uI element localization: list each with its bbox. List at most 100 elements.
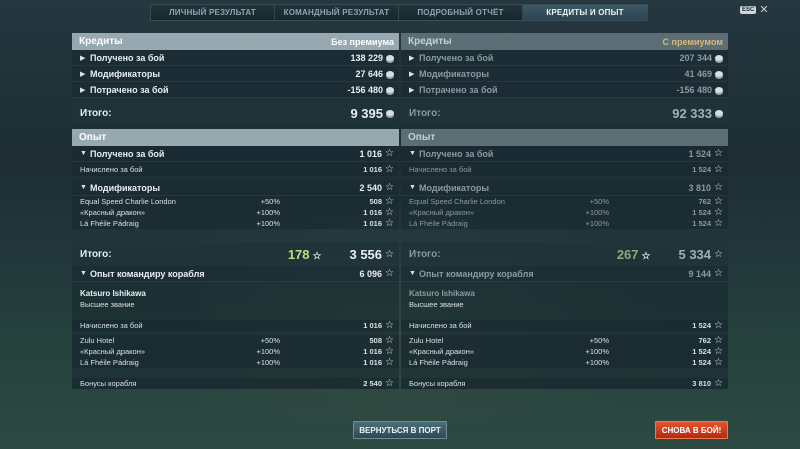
sub-label: Начислено за бой [80, 164, 143, 174]
sub-value: 1 524 [692, 321, 712, 330]
sub-label: Бонусы корабля [80, 379, 137, 388]
total-value: 92 333 [672, 105, 712, 121]
star-icon: ☆ [714, 346, 723, 357]
credits-row-spent[interactable]: ▶ Потрачено за бой -156 480 [72, 82, 399, 98]
row-label: Получено за бой [90, 148, 165, 159]
xp-mod-item: Equal Speed Charlie London +50% 508 ☆ [72, 196, 399, 207]
row-value: 1 016 [359, 148, 383, 159]
sub-value: 3 810 [692, 379, 712, 388]
premium-status: Без премиума [331, 36, 394, 47]
commander-xp-row[interactable]: ▼ Опыт командиру корабля 6 096 ☆ [72, 266, 399, 282]
star-icon: ☆ [385, 163, 394, 175]
total-value: 5 334 [678, 246, 712, 262]
mod-value: 762 [698, 336, 712, 345]
expand-icon: ▶ [409, 54, 415, 62]
sub-value: 1 016 [363, 321, 383, 330]
row-value: 1 524 [688, 148, 712, 159]
row-label: Получено за бой [419, 148, 494, 159]
xp-accrued: Начислено за бой 1 524 ☆ [401, 162, 728, 176]
credits-row-spent[interactable]: ▶ Потрачено за бой -156 480 [401, 82, 728, 98]
commander-rank: Высшее звание [409, 300, 464, 309]
star-icon: ☆ [385, 378, 394, 389]
coin-icon [715, 110, 723, 116]
star-icon: ☆ [714, 196, 723, 207]
xp-row-modifiers[interactable]: ▼ Модификаторы 2 540 ☆ [72, 180, 399, 196]
commander-xp-row[interactable]: ▼ Опыт командиру корабля 9 144 ☆ [401, 266, 728, 282]
ship-bonus: Бонусы корабля 3 810 ☆ [401, 378, 728, 389]
star-icon: ☆ [714, 218, 723, 229]
star-icon: ☆ [385, 346, 394, 357]
expand-icon: ▶ [80, 86, 86, 94]
credits-header: Кредиты С премиумом [401, 33, 728, 50]
mod-label: Lá Fhéile Pádraig [409, 358, 468, 367]
row-value: 138 229 [350, 52, 383, 63]
xp-mod-item: Equal Speed Charlie London +50% 762 ☆ [401, 196, 728, 207]
premium-status: С премиумом [662, 36, 723, 47]
star-icon: ☆ [385, 357, 394, 368]
credits-total: Итого: 9 395 [72, 101, 399, 125]
panel-with-premium: Кредиты С премиумом ▶ Получено за бой 20… [401, 33, 728, 411]
coin-icon [386, 110, 394, 116]
total-label: Итого: [409, 248, 441, 260]
cmd-mod-item: Lá Fhéile Pádraig +100% 1 016 ☆ [72, 357, 399, 368]
collapse-icon: ▼ [80, 184, 87, 191]
sub-value: 2 540 [363, 379, 383, 388]
row-label: Получено за бой [90, 52, 165, 63]
star-icon: ☆ [714, 207, 723, 218]
star-icon: ☆ [714, 357, 723, 368]
credits-title: Кредиты [408, 36, 452, 47]
sub-label: Начислено за бой [409, 164, 472, 174]
row-label: Модификаторы [90, 68, 161, 79]
free-xp-value: 267 ☆ [616, 246, 651, 262]
tab-team-result[interactable]: КОМАНДНЫЙ РЕЗУЛЬТАТ [275, 5, 399, 20]
collapse-icon: ▼ [409, 270, 416, 277]
mod-value: 1 016 [363, 358, 383, 367]
row-label: Получено за бой [419, 52, 494, 63]
tab-credits-xp[interactable]: КРЕДИТЫ И ОПЫТ [523, 5, 647, 20]
xp-row-earned[interactable]: ▼ Получено за бой 1 524 ☆ [401, 146, 728, 162]
return-to-port-button[interactable]: ВЕРНУТЬСЯ В ПОРТ [353, 421, 447, 439]
mod-pct: +100% [585, 219, 609, 228]
star-icon: ☆ [714, 163, 723, 175]
mod-pct: +50% [260, 336, 280, 345]
tab-detailed-report[interactable]: ПОДРОБНЫЙ ОТЧЁТ [399, 5, 523, 20]
total-value: 9 395 [350, 105, 383, 121]
tab-personal-result[interactable]: ЛИЧНЫЙ РЕЗУЛЬТАТ [151, 5, 275, 20]
star-icon: ☆ [714, 182, 723, 193]
coin-icon [386, 54, 394, 61]
credits-row-modifiers[interactable]: ▶ Модификаторы 27 646 [72, 66, 399, 82]
xp-title: Опыт [408, 132, 436, 143]
total-label: Итого: [80, 248, 112, 260]
mod-pct: +100% [585, 358, 609, 367]
row-value: 41 469 [684, 68, 712, 79]
close-button[interactable]: ESC ✕ [740, 5, 769, 16]
credits-row-earned[interactable]: ▶ Получено за бой 138 229 [72, 50, 399, 66]
commander-details: Katsuro Ishikawa Высшее звание Начислено… [72, 282, 399, 389]
row-label: Модификаторы [419, 68, 490, 79]
collapse-icon: ▼ [80, 150, 87, 157]
mod-value: 1 524 [692, 347, 712, 356]
mod-pct: +50% [589, 336, 609, 345]
mod-label: Lá Fhéile Pádraig [409, 219, 468, 228]
xp-mod-item: «Красный дракон» +100% 1 016 ☆ [72, 207, 399, 218]
star-icon: ☆ [385, 207, 394, 218]
row-value: 6 096 [359, 268, 383, 279]
credits-row-modifiers[interactable]: ▶ Модификаторы 41 469 [401, 66, 728, 82]
mod-value: 1 524 [692, 219, 712, 228]
row-value: 9 144 [688, 268, 712, 279]
coin-icon [715, 70, 723, 77]
expand-icon: ▶ [409, 70, 415, 78]
battle-again-button[interactable]: СНОВА В БОЙ! [655, 421, 728, 439]
xp-row-earned[interactable]: ▼ Получено за бой 1 016 ☆ [72, 146, 399, 162]
free-xp-star-icon: ☆ [312, 250, 322, 262]
xp-row-modifiers[interactable]: ▼ Модификаторы 3 810 ☆ [401, 180, 728, 196]
mod-label: «Красный дракон» [409, 208, 475, 217]
star-icon: ☆ [385, 196, 394, 207]
coin-icon [715, 86, 723, 93]
mod-value: 508 [369, 197, 383, 206]
star-icon: ☆ [385, 335, 394, 346]
credits-row-earned[interactable]: ▶ Получено за бой 207 344 [401, 50, 728, 66]
sub-label: Начислено за бой [409, 321, 472, 330]
mod-value: 1 524 [692, 358, 712, 367]
mod-label: Zulu Hotel [80, 336, 115, 345]
